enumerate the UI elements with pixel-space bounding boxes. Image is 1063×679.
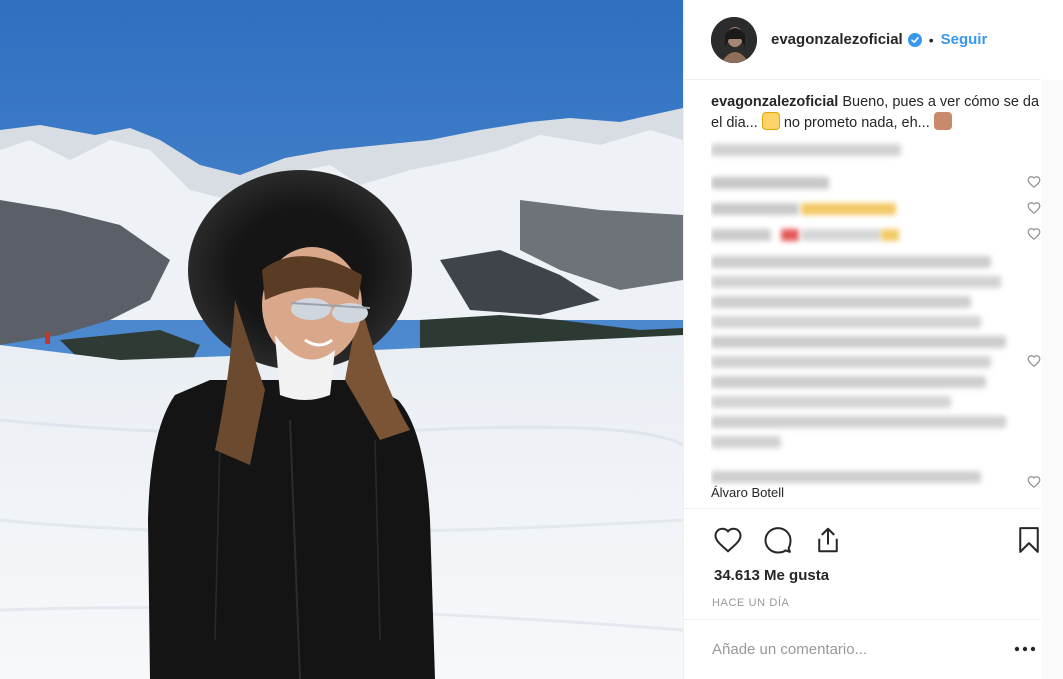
shrug-emoji-icon: [933, 112, 952, 130]
censored-comments: Álvaro Botell: [711, 144, 1041, 501]
hidden-comment-name: Álvaro Botell: [711, 485, 784, 500]
snow-mountain-photo: [0, 0, 683, 679]
post-side-panel: evagonzalezoficial • Seguir evagonzalezo…: [683, 0, 1063, 679]
more-options-icon[interactable]: [1014, 642, 1036, 656]
share-icon[interactable]: [813, 525, 843, 555]
list-item: [711, 256, 1041, 461]
list-item: [711, 144, 1041, 157]
post-caption: evagonzalezoficial Bueno, pues a ver cóm…: [711, 92, 1041, 133]
comment-like-icon[interactable]: [1027, 227, 1041, 241]
list-item: [711, 201, 1041, 216]
caption-username[interactable]: evagonzalezoficial: [711, 94, 838, 110]
separator-dot: •: [928, 31, 934, 48]
username[interactable]: evagonzalezoficial: [771, 31, 903, 48]
follow-button[interactable]: Seguir: [941, 31, 988, 48]
comment-like-icon[interactable]: [1027, 354, 1041, 368]
heart-icon[interactable]: [713, 525, 743, 555]
avatar[interactable]: [711, 16, 757, 63]
comments-list: evagonzalezoficial Bueno, pues a ver cóm…: [711, 92, 1041, 506]
comment-like-icon[interactable]: [1027, 175, 1041, 189]
skier-emoji-icon: [761, 112, 780, 130]
panel-scrollbar[interactable]: [1041, 80, 1063, 679]
post-time[interactable]: HACE UN DÍA: [712, 597, 790, 609]
likes-count[interactable]: 34.613 Me gusta: [714, 567, 829, 584]
comment-input[interactable]: [712, 638, 992, 660]
comment-like-icon[interactable]: [1027, 201, 1041, 215]
bookmark-icon[interactable]: [1014, 525, 1044, 555]
verified-badge-icon: [907, 32, 922, 47]
comment-icon[interactable]: [763, 525, 793, 555]
list-item: [711, 175, 1041, 190]
post-header: evagonzalezoficial • Seguir: [684, 0, 1041, 80]
avatar-image: [711, 16, 757, 63]
caption-text-2: no prometo nada, eh...: [783, 115, 930, 131]
post-actions: 34.613 Me gusta HACE UN DÍA: [684, 508, 1041, 678]
add-comment-bar: [684, 619, 1041, 679]
list-item: Álvaro Botell: [711, 471, 1041, 501]
list-item: [711, 227, 1041, 242]
comment-like-icon[interactable]: [1027, 475, 1041, 489]
post-photo[interactable]: [0, 0, 683, 679]
